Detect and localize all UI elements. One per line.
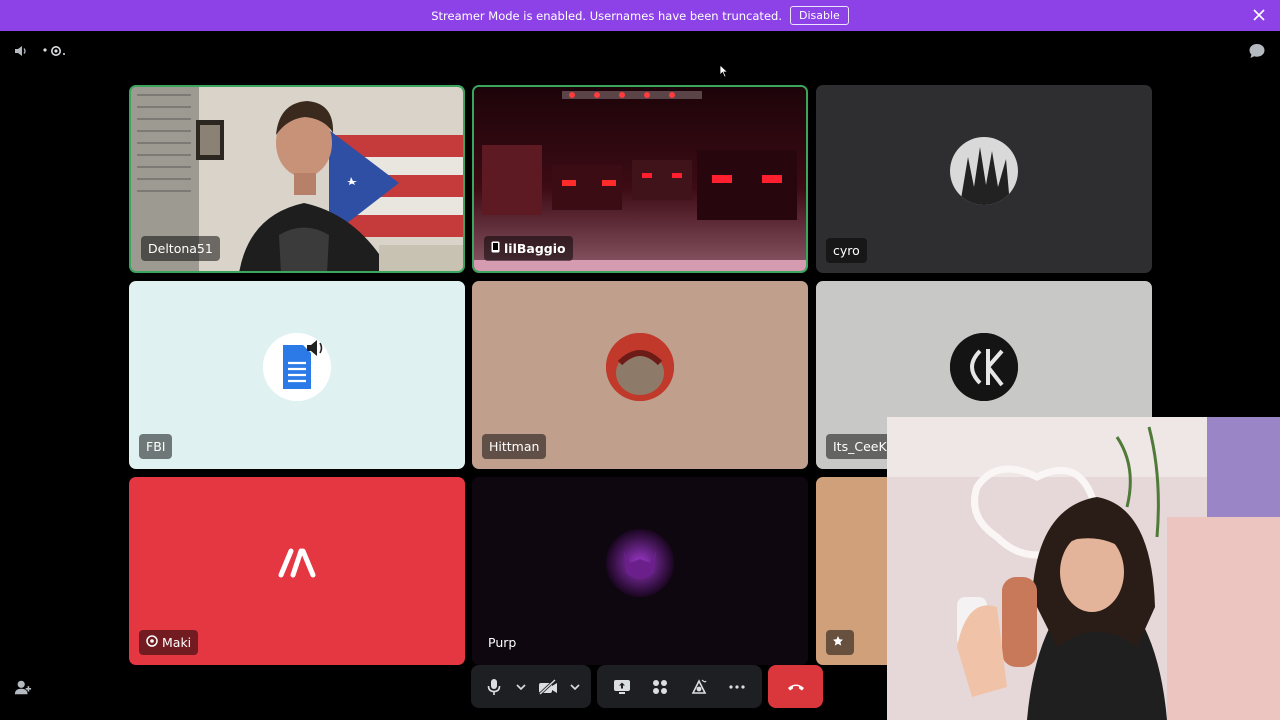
banner-message: Streamer Mode is enabled. Usernames have… — [431, 8, 782, 23]
participant-tile-maki[interactable]: Maki — [129, 477, 465, 665]
call-actions — [597, 665, 762, 708]
more-icon[interactable] — [725, 675, 749, 699]
participant-name: FBI — [146, 439, 166, 454]
nitro-icon — [146, 635, 158, 650]
camera-off-icon[interactable] — [536, 675, 560, 699]
disable-streamer-mode-button[interactable]: Disable — [789, 6, 849, 25]
chevron-down-icon[interactable] — [515, 675, 527, 699]
participant-name: Its_CeeK — [833, 439, 887, 454]
top-left-controls — [12, 42, 68, 60]
participant-tile-deltona51[interactable]: Deltona51 — [129, 85, 465, 273]
close-icon[interactable] — [1252, 8, 1266, 22]
avatar — [606, 333, 674, 401]
participant-name: Maki — [162, 635, 192, 650]
screen-share-icon[interactable] — [610, 675, 634, 699]
participant-name-tag: Its_CeeK — [826, 434, 894, 459]
speaker-icon[interactable] — [12, 42, 30, 60]
media-controls — [471, 665, 591, 708]
participant-tile-hittman[interactable]: Hittman — [472, 281, 808, 469]
participant-name-tag: Hittman — [482, 434, 547, 459]
participant-name: lilBaggio — [504, 241, 566, 256]
avatar — [606, 529, 674, 597]
avatar — [950, 137, 1018, 205]
participant-name-tag: FBI — [139, 434, 173, 459]
add-friend-icon[interactable] — [14, 678, 32, 696]
participant-name-tag: Maki — [139, 630, 199, 655]
microphone-icon[interactable] — [482, 675, 506, 699]
activities-icon[interactable] — [648, 675, 672, 699]
participant-tile-purp[interactable]: Purp — [472, 477, 808, 665]
participant-tile-lilbaggio[interactable]: lilBaggio — [472, 85, 808, 273]
participant-tile-cyro[interactable]: cyro — [816, 85, 1152, 273]
phone-hangup-icon — [787, 677, 805, 696]
soundboard-icon[interactable] — [687, 675, 711, 699]
avatar — [950, 333, 1018, 401]
chevron-down-icon[interactable] — [569, 675, 581, 699]
star-icon — [832, 635, 844, 650]
streamer-mode-banner: Streamer Mode is enabled. Usernames have… — [0, 0, 1280, 31]
participant-badge — [826, 630, 854, 655]
streamer-webcam-overlay — [887, 417, 1280, 720]
participant-name-tag: Purp — [482, 630, 523, 655]
activity-icon[interactable] — [40, 42, 68, 60]
mouse-cursor-icon — [719, 63, 729, 82]
avatar — [263, 333, 331, 401]
participant-name: Hittman — [489, 439, 540, 454]
mobile-icon — [491, 241, 500, 256]
avatar — [263, 529, 331, 597]
participant-name-tag: lilBaggio — [484, 236, 573, 261]
participant-name: Deltona51 — [148, 241, 213, 256]
participant-name: Purp — [488, 635, 517, 650]
participant-name-tag: Deltona51 — [141, 236, 220, 261]
disconnect-button[interactable] — [768, 665, 823, 708]
participant-name-tag: cyro — [826, 238, 867, 263]
participant-name: cyro — [833, 243, 860, 258]
chat-icon[interactable] — [1248, 42, 1266, 60]
participant-tile-fbi[interactable]: FBI — [129, 281, 465, 469]
